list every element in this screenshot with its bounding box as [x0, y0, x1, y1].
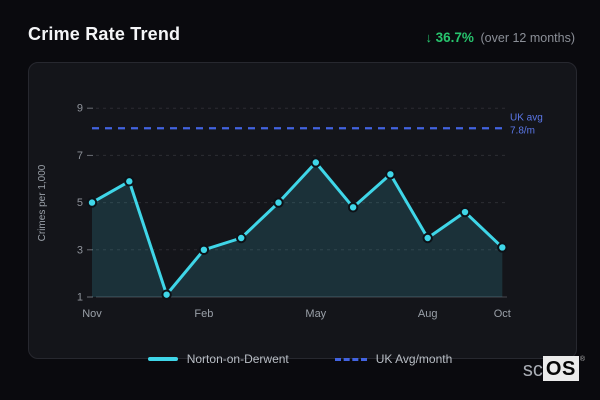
svg-text:Crimes per 1,000: Crimes per 1,000: [37, 164, 48, 241]
svg-text:5: 5: [77, 197, 83, 209]
svg-text:May: May: [305, 308, 326, 320]
svg-text:7: 7: [77, 150, 83, 162]
legend-item-norton-on-derwent[interactable]: Norton-on-Derwent: [147, 352, 289, 366]
svg-text:Nov: Nov: [82, 308, 102, 320]
svg-text:Aug: Aug: [418, 308, 438, 320]
svg-text:Feb: Feb: [194, 308, 213, 320]
chart-legend: Norton-on-Derwent UK Avg/month: [0, 352, 600, 366]
logo-prefix: sc: [522, 359, 543, 381]
change-period: (over 12 months): [480, 31, 575, 45]
trend-indicator: ↓ 36.7% (over 12 months): [425, 30, 575, 45]
crime-trend-chart: 1 3 5 7 9 UK avg 7.8/m Nov Feb May Aug Oct Crimes pe…: [37, 103, 543, 320]
down-arrow-icon: ↓: [425, 30, 432, 45]
chart-card: 1 3 5 7 9 UK avg 7.8/m Nov Feb May Aug Oct Crimes pe…: [28, 62, 577, 359]
change-percent: 36.7%: [435, 30, 474, 45]
svg-text:3: 3: [77, 244, 83, 256]
legend-label: Norton-on-Derwent: [186, 352, 289, 366]
page-title: Crime Rate Trend: [28, 24, 181, 44]
svg-text:UK avg7.8/m: UK avg 7.8/m: [510, 112, 543, 136]
legend-label: UK Avg/month: [375, 352, 453, 366]
svg-text:1: 1: [77, 292, 83, 304]
svg-text:Oct: Oct: [494, 308, 511, 320]
logo-box: OS: [542, 356, 579, 381]
solid-line-swatch: [147, 357, 178, 361]
scos-logo: sc OS ®: [523, 356, 585, 381]
registered-mark: ®: [579, 356, 585, 363]
legend-item-uk-avg[interactable]: UK Avg/month: [334, 352, 453, 366]
svg-text:9: 9: [77, 103, 83, 115]
dashed-line-swatch: [334, 357, 367, 361]
